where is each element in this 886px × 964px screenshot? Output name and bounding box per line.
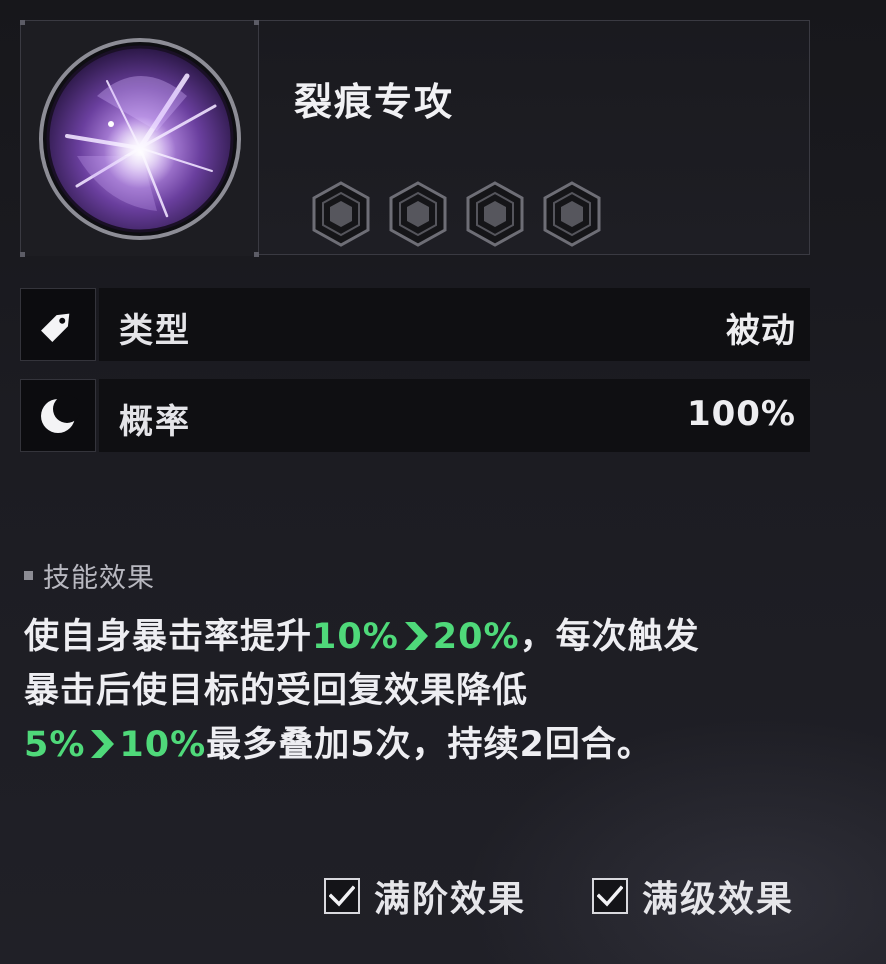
stat-label-probability: 概率 xyxy=(119,402,191,442)
full-rank-label[interactable]: 满阶效果 xyxy=(374,870,526,922)
stat-icon-frame xyxy=(20,379,96,452)
highlight-value: 10% xyxy=(119,725,207,765)
description-text: 暴击后使目标的受回复效果降低 xyxy=(24,671,529,711)
level-slot-hexagon-icon xyxy=(389,181,447,247)
highlight-value: 10% xyxy=(312,617,399,657)
stat-row-type: 类型 被动 xyxy=(20,288,810,361)
description-line: 使自身暴击率提升10% 20%，每次触发 xyxy=(24,610,824,664)
stat-value-probability: 100% xyxy=(686,394,796,434)
skill-title: 裂痕专攻 xyxy=(294,80,455,124)
stat-row-probability: 概率 100% xyxy=(20,379,810,452)
highlight-value: 20% xyxy=(432,617,520,657)
description-text: 最多叠加5次，持续2回合。 xyxy=(206,725,653,765)
crescent-moon-icon xyxy=(41,394,80,433)
level-slot-hexagon-icon xyxy=(543,181,601,247)
frame-corner xyxy=(254,252,259,257)
stat-label-type: 类型 xyxy=(119,311,191,351)
full-rank-checkbox[interactable] xyxy=(324,878,360,914)
upgrade-arrow-icon xyxy=(404,622,428,650)
skill-effect-heading: 技能效果 xyxy=(24,556,155,595)
description-line: 5% 10%最多叠加5次，持续2回合。 xyxy=(24,718,824,772)
skill-header-card: 裂痕专攻 xyxy=(20,20,810,257)
full-rank-effect-toggle[interactable]: 满阶效果 xyxy=(324,870,526,922)
full-level-label[interactable]: 满级效果 xyxy=(642,870,794,922)
purple-crack-orb-icon xyxy=(39,38,241,240)
frame-corner xyxy=(254,20,259,25)
skill-effect-description: 使自身暴击率提升10% 20%，每次触发 暴击后使目标的受回复效果降低 5% 10%… xyxy=(24,610,824,772)
checkmark-icon xyxy=(597,885,623,907)
frame-corner xyxy=(20,252,25,257)
stat-icon-frame xyxy=(20,288,96,361)
description-text: 使自身暴击率提升 xyxy=(24,617,313,657)
upgrade-arrow-icon xyxy=(91,730,115,758)
tag-icon xyxy=(41,313,70,342)
skill-icon-frame xyxy=(20,20,259,257)
stat-body: 类型 被动 xyxy=(99,288,810,361)
description-line: 暴击后使目标的受回复效果降低 xyxy=(24,664,824,718)
skill-level-slots xyxy=(311,181,602,247)
full-level-effect-toggle[interactable]: 满级效果 xyxy=(592,870,794,922)
stat-body: 概率 100% xyxy=(99,379,810,452)
skill-effect-heading-text: 技能效果 xyxy=(43,563,155,594)
square-bullet-icon xyxy=(24,571,33,580)
level-slot-hexagon-icon xyxy=(312,181,370,247)
stat-value-type: 被动 xyxy=(726,311,796,351)
description-text: ，每次触发 xyxy=(519,617,700,657)
highlight-value: 5% xyxy=(24,725,86,765)
checkmark-icon xyxy=(329,885,355,907)
full-level-checkbox[interactable] xyxy=(592,878,628,914)
frame-corner xyxy=(20,20,25,25)
level-slot-hexagon-icon xyxy=(466,181,524,247)
